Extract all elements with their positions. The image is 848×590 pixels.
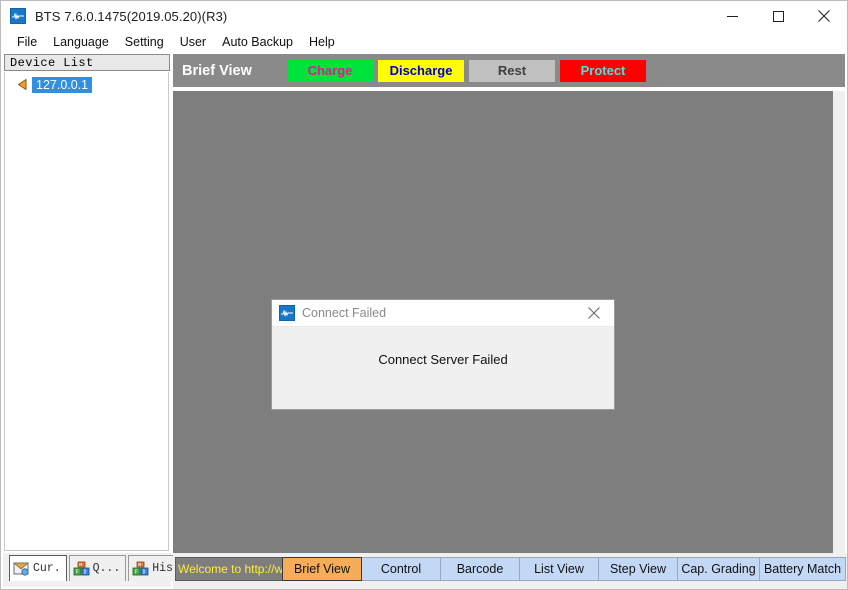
maximize-icon: [772, 10, 784, 22]
svg-text:M: M: [79, 562, 82, 568]
current-data-glyph: [12, 562, 30, 576]
tab-cap-grading[interactable]: Cap. Grading: [677, 557, 760, 581]
brief-view-title: Brief View: [182, 62, 252, 79]
menu-item-setting[interactable]: Setting: [117, 33, 172, 51]
menu-item-language[interactable]: Language: [45, 33, 117, 51]
svg-text:D: D: [143, 569, 146, 575]
application-window: BTS 7.6.0.1475(2019.05.20)(R3) File Lang…: [0, 0, 848, 590]
queue-data-icon: M F D: [73, 561, 90, 577]
window-controls: [709, 1, 847, 31]
svg-text:F: F: [75, 569, 78, 575]
tab-step-view[interactable]: Step View: [598, 557, 678, 581]
waveform-glyph: [281, 310, 293, 317]
tab-list-view[interactable]: List View: [519, 557, 599, 581]
svg-text:M: M: [139, 562, 142, 568]
minimize-button[interactable]: [709, 1, 755, 31]
dialog-title-bar: Connect Failed: [272, 300, 614, 327]
history-data-glyph: M F D: [132, 561, 149, 575]
collapse-arrow-icon[interactable]: [17, 78, 28, 91]
menu-item-user[interactable]: User: [172, 33, 214, 51]
menu-item-help[interactable]: Help: [301, 33, 343, 51]
device-tree[interactable]: 127.0.0.1: [4, 72, 169, 551]
sidebar-tab-queue[interactable]: M F D Q...: [68, 555, 127, 581]
triangle-left-glyph: [18, 79, 27, 90]
dialog-message: Connect Server Failed: [378, 352, 508, 367]
app-waveform-icon: [10, 8, 26, 24]
main-panel: Brief View Charge Discharge Rest Protect…: [173, 54, 845, 553]
sidebar-tab-strip: Cur. M F D Q... M F D Hist: [3, 553, 186, 587]
svg-text:D: D: [83, 569, 86, 575]
app-waveform-icon: [279, 305, 295, 321]
history-data-icon: M F D: [132, 561, 149, 577]
minimize-icon: [726, 15, 738, 17]
title-bar: BTS 7.6.0.1475(2019.05.20)(R3): [1, 1, 847, 31]
window-title: BTS 7.6.0.1475(2019.05.20)(R3): [35, 8, 228, 24]
tab-brief-view[interactable]: Brief View: [282, 557, 362, 581]
device-list-header: Device List: [4, 54, 170, 71]
welcome-marquee: Welcome to http://w: [175, 557, 283, 581]
queue-data-glyph: M F D: [73, 561, 90, 575]
connect-failed-dialog: Connect Failed Connect Server Failed: [271, 299, 615, 410]
sidebar-tab-queue-label: Q...: [92, 562, 121, 575]
dialog-body: Connect Server Failed: [272, 327, 614, 409]
tree-item-label: 127.0.0.1: [32, 76, 93, 93]
svg-text:F: F: [135, 569, 138, 575]
legend-charge[interactable]: Charge: [287, 59, 373, 82]
legend-protect[interactable]: Protect: [560, 59, 646, 82]
menu-bar: File Language Setting User Auto Backup H…: [1, 31, 847, 53]
current-data-icon: [12, 561, 30, 577]
legend-rest[interactable]: Rest: [469, 59, 555, 82]
dialog-title: Connect Failed: [302, 306, 387, 320]
tab-battery-match[interactable]: Battery Match: [759, 557, 846, 581]
tree-item-device[interactable]: 127.0.0.1: [5, 76, 168, 93]
menu-item-auto-backup[interactable]: Auto Backup: [214, 33, 301, 51]
menu-item-file[interactable]: File: [9, 33, 45, 51]
sidebar-tab-current-label: Cur.: [33, 562, 61, 575]
close-icon: [588, 307, 600, 319]
sidebar-tab-current[interactable]: Cur.: [9, 555, 67, 581]
welcome-marquee-text: Welcome to http://w: [178, 562, 283, 576]
tab-barcode[interactable]: Barcode: [440, 557, 520, 581]
waveform-glyph: [12, 13, 24, 20]
legend-discharge[interactable]: Discharge: [378, 59, 464, 82]
maximize-button[interactable]: [755, 1, 801, 31]
dialog-close-button[interactable]: [574, 300, 614, 326]
device-list-sidebar: Device List 127.0.0.1: [3, 54, 171, 553]
brief-view-content: Connect Failed Connect Server Failed: [173, 91, 833, 553]
close-button[interactable]: [801, 1, 847, 31]
bottom-tab-bar: Welcome to http://w Brief View Control B…: [173, 553, 847, 589]
status-legend-bar: Brief View Charge Discharge Rest Protect: [173, 54, 845, 87]
close-icon: [818, 10, 830, 22]
tab-control[interactable]: Control: [361, 557, 441, 581]
